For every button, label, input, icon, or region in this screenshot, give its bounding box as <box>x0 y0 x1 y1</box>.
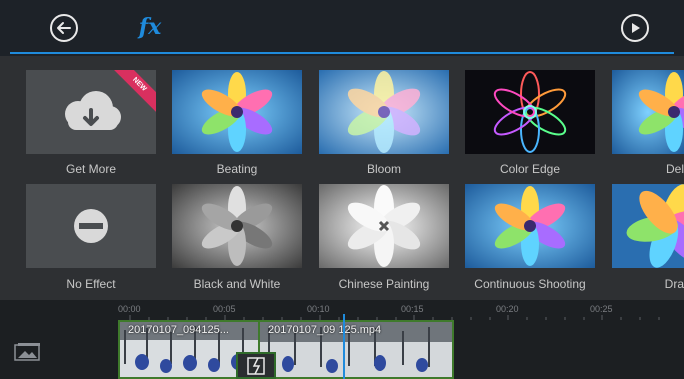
app-window: fx NEW Get More Beating Bloom Color Edge… <box>0 0 684 379</box>
effect-label: No Effect <box>66 277 116 291</box>
effect-tile-color-edge[interactable] <box>465 70 595 154</box>
effect-tile-del[interactable] <box>612 70 684 154</box>
ruler-tick-label: 00:15 <box>401 304 424 314</box>
effects-grid: NEW Get More Beating Bloom Color Edge De… <box>0 56 684 300</box>
effect-tile-continuous-shooting[interactable] <box>465 184 595 268</box>
effect-tile-dra[interactable] <box>612 184 684 268</box>
timeline-panel[interactable]: 00:00 00:05 00:10 00:15 00:20 00:25 2017… <box>0 300 684 379</box>
flower-preview-image <box>319 70 449 154</box>
effect-tile-black-and-white[interactable] <box>172 184 302 268</box>
ruler-tick-label: 00:10 <box>307 304 330 314</box>
effect-label: Beating <box>216 162 258 176</box>
flower-preview-image <box>172 70 302 154</box>
clip-name: 20170107_09 125.mp4 <box>268 324 382 336</box>
play-button[interactable] <box>621 14 649 42</box>
effect-tile-no-effect[interactable] <box>26 184 156 268</box>
effect-label: Color Edge <box>499 162 561 176</box>
flower-preview-image <box>465 184 595 268</box>
video-clip[interactable]: 20170107_09 125.mp4 <box>258 320 454 379</box>
no-entry-icon <box>74 209 108 243</box>
effect-tile-beating[interactable] <box>172 70 302 154</box>
clip-name: 20170107_094125... <box>128 324 229 336</box>
flower-preview-image <box>612 70 684 154</box>
effect-label: Del <box>665 162 684 176</box>
toolbar-accent-line <box>10 52 674 54</box>
flower-preview-image <box>172 184 302 268</box>
effect-label: Get More <box>65 162 116 176</box>
ruler-tick-label: 00:25 <box>590 304 613 314</box>
ruler-tick-label: 00:00 <box>118 304 141 314</box>
effect-tile-chinese-painting[interactable] <box>319 184 449 268</box>
effect-tile-bloom[interactable] <box>319 70 449 154</box>
effect-tile-get-more[interactable]: NEW <box>26 70 156 154</box>
flower-preview-image <box>612 184 684 268</box>
timeline-ruler[interactable]: 00:00 00:05 00:10 00:15 00:20 00:25 <box>0 300 684 320</box>
effect-label: Continuous Shooting <box>474 277 586 291</box>
effect-label: Bloom <box>366 162 401 176</box>
effect-label: Chinese Painting <box>338 277 430 291</box>
play-icon <box>632 23 640 33</box>
top-toolbar: fx <box>0 0 684 56</box>
transition-button[interactable] <box>236 352 276 379</box>
video-track-icon <box>14 343 40 361</box>
ruler-ticks <box>129 315 660 320</box>
transition-icon <box>247 357 265 375</box>
ruler-tick-label: 00:20 <box>496 304 519 314</box>
playhead[interactable] <box>343 314 345 379</box>
effect-label: Black and White <box>193 277 281 291</box>
flower-preview-image <box>319 184 449 268</box>
fx-tab[interactable]: fx <box>136 12 164 42</box>
flower-preview-image <box>465 70 595 154</box>
back-button[interactable] <box>50 14 78 42</box>
effect-label: Dra <box>664 277 684 291</box>
ruler-tick-label: 00:05 <box>213 304 236 314</box>
back-arrow-icon <box>57 22 71 34</box>
